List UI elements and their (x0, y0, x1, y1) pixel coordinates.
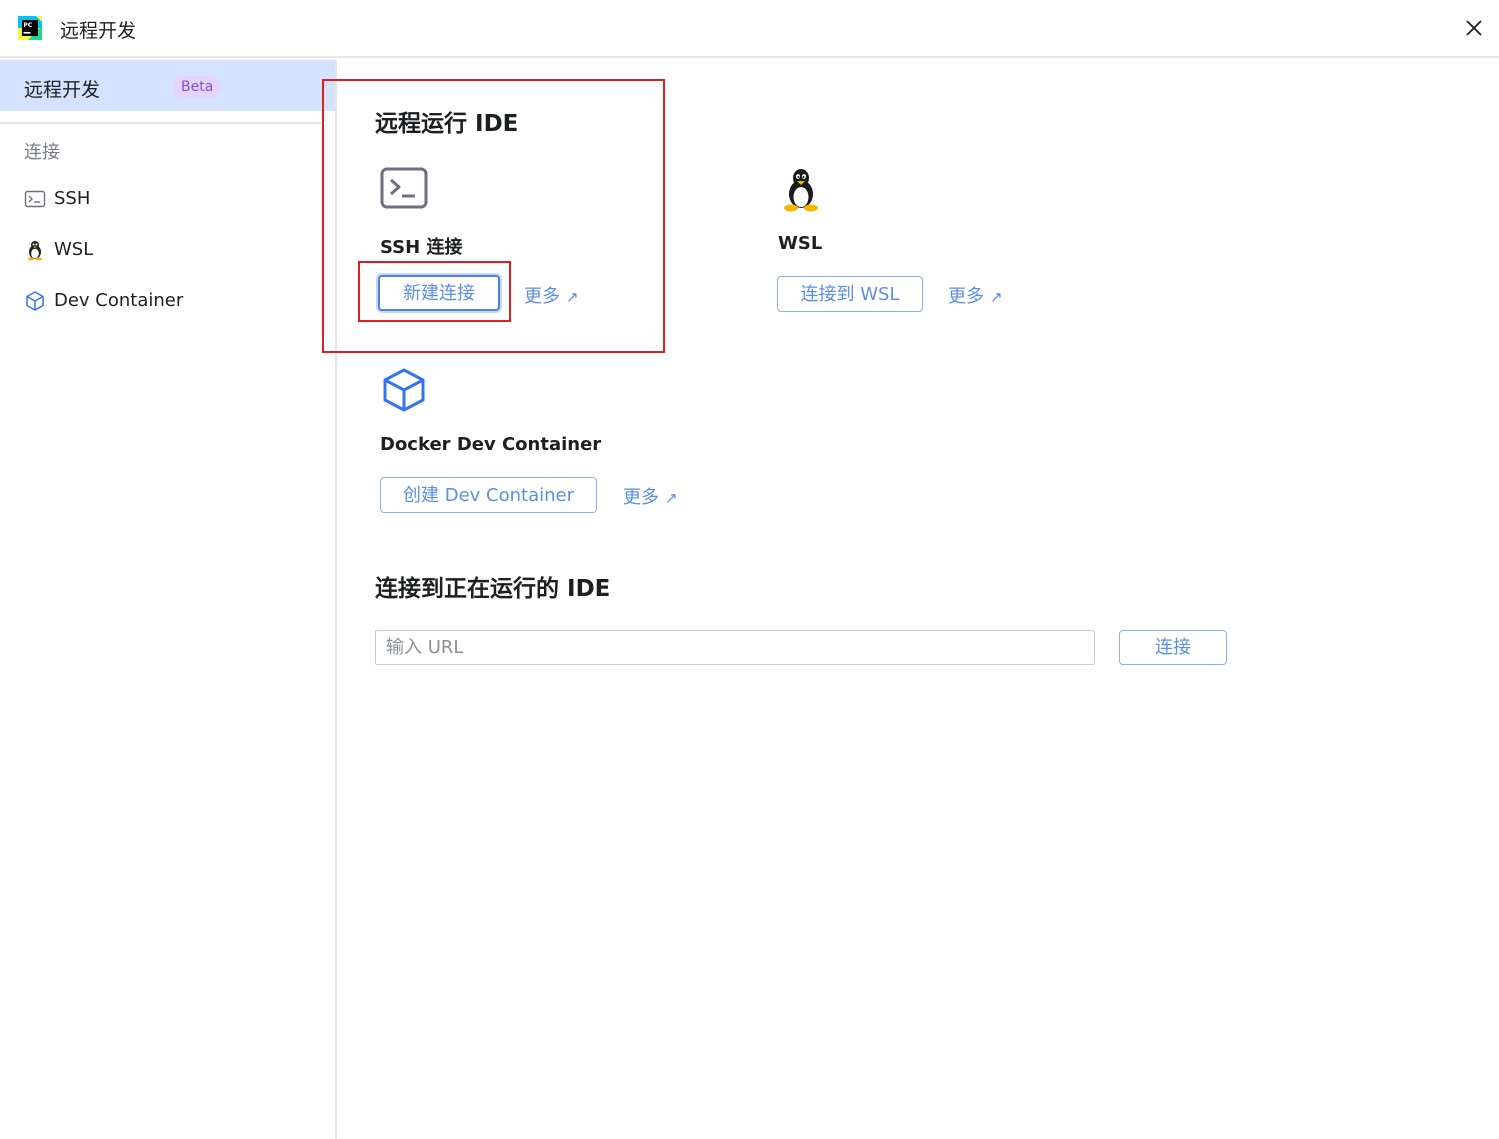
docker-card-title: Docker Dev Container (380, 434, 602, 455)
external-arrow-icon: ↗ (665, 489, 678, 507)
terminal-icon (24, 190, 46, 208)
connect-wsl-button[interactable]: 连接到 WSL (777, 276, 923, 312)
new-ssh-connection-button[interactable]: 新建连接 (378, 275, 500, 311)
terminal-icon (380, 167, 428, 209)
pycharm-logo-icon: PC (18, 16, 42, 40)
wsl-card-title: WSL (778, 233, 823, 254)
sidebar-item-label: SSH (54, 188, 91, 209)
title-bar: PC 远程开发 (0, 0, 1499, 58)
sidebar-divider (0, 122, 322, 124)
beta-badge: Beta (173, 76, 222, 98)
sidebar: 远程开发 Beta 连接 SSH WSL Dev Container (0, 60, 337, 1139)
sidebar-item-wsl[interactable]: WSL (24, 237, 314, 265)
more-link-label: 更多 (524, 286, 560, 307)
linux-penguin-icon (784, 169, 818, 212)
external-arrow-icon: ↗ (990, 288, 1003, 306)
cube-icon (26, 291, 44, 311)
wsl-more-link[interactable]: 更多 ↗ (948, 282, 1003, 308)
cube-icon (383, 368, 425, 412)
more-link-label: 更多 (948, 286, 984, 307)
external-arrow-icon: ↗ (566, 288, 579, 306)
sidebar-item-dev-container[interactable]: Dev Container (24, 288, 314, 316)
window-title: 远程开发 (60, 20, 137, 42)
ssh-card-title: SSH 连接 (380, 237, 463, 258)
section-title-remote-ide: 远程运行 IDE (375, 111, 519, 137)
section-title-connect-running: 连接到正在运行的 IDE (375, 576, 611, 602)
sidebar-item-label: 远程开发 (24, 79, 101, 101)
main-panel: 远程运行 IDE SSH 连接 新建连接 更多 ↗ WSL 连接到 WSL 更多 ↗… (339, 60, 1499, 1139)
url-input[interactable] (375, 630, 1095, 665)
create-dev-container-button[interactable]: 创建 Dev Container (380, 477, 597, 513)
sidebar-item-label: Dev Container (54, 290, 184, 311)
sidebar-item-ssh[interactable]: SSH (24, 186, 314, 214)
sidebar-group-label: 连接 (24, 142, 60, 163)
docker-more-link[interactable]: 更多 ↗ (623, 483, 678, 509)
more-link-label: 更多 (623, 487, 659, 508)
sidebar-item-label: WSL (54, 239, 94, 260)
linux-penguin-icon (28, 241, 42, 261)
close-icon[interactable] (1460, 14, 1488, 42)
sidebar-item-remote-dev[interactable]: 远程开发 Beta (0, 60, 335, 111)
ssh-more-link[interactable]: 更多 ↗ (524, 282, 579, 308)
connect-button[interactable]: 连接 (1119, 630, 1227, 665)
svg-text:PC: PC (24, 22, 33, 29)
